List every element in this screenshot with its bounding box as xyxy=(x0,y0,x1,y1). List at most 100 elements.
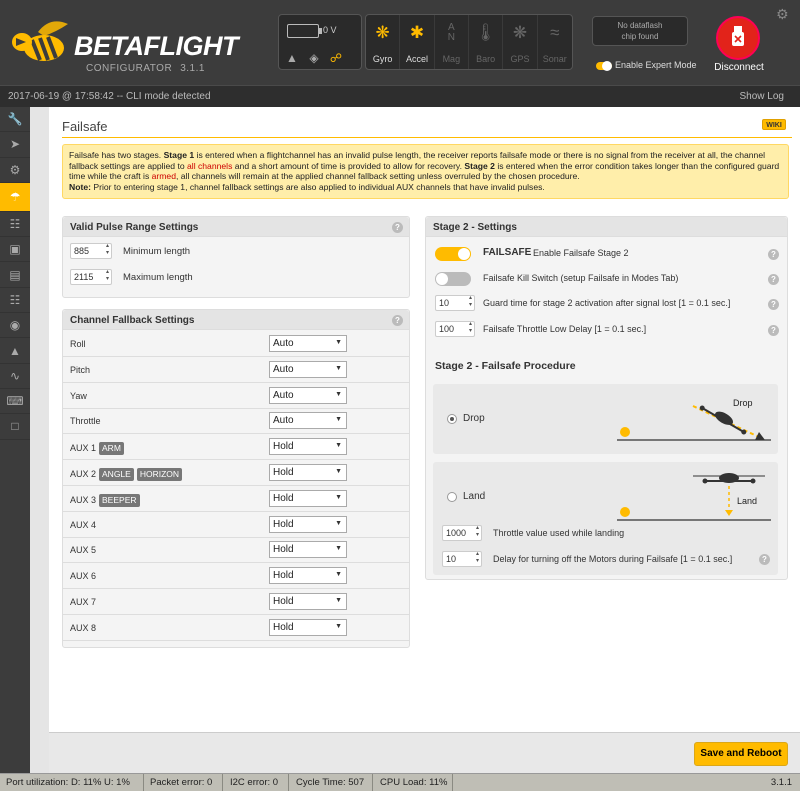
land-throttle-label: Throttle value used while landing xyxy=(493,528,625,538)
max-length-input[interactable]: 2115 xyxy=(70,269,112,285)
help-icon[interactable]: ? xyxy=(759,554,770,565)
sensor-label: Gyro xyxy=(372,54,393,64)
fallback-mode-select[interactable]: Hold xyxy=(269,593,347,610)
kill-switch-label: Failsafe Kill Switch (setup Failsafe in … xyxy=(483,273,679,283)
bee-icon xyxy=(12,21,68,61)
min-length-input[interactable]: 885 xyxy=(70,243,112,259)
app-version: 3.1.1 xyxy=(180,63,205,74)
fallback-channel-name: Throttle xyxy=(70,416,101,427)
land-diagram: Land xyxy=(617,473,771,521)
help-icon[interactable]: ? xyxy=(768,325,779,336)
help-icon[interactable]: ? xyxy=(392,222,403,233)
note-text: , all channels will remain at the applie… xyxy=(175,171,580,182)
fallback-mode-select[interactable]: Auto xyxy=(269,335,347,352)
guard-time-input[interactable]: 10 xyxy=(435,295,475,311)
sidebar-item-motors[interactable]: ◉ xyxy=(0,313,30,339)
fallback-mode-select[interactable]: Hold xyxy=(269,541,347,559)
drop-label: Drop xyxy=(463,413,485,424)
fallback-mode-select[interactable]: Auto xyxy=(269,360,347,378)
fallback-channel-label: AUX 1 ARM xyxy=(70,442,124,456)
pulse-range-title: Valid Pulse Range Settings? xyxy=(63,217,409,237)
usb-icon xyxy=(732,26,744,46)
fallback-channel-name: AUX 8 xyxy=(70,622,97,633)
show-log-link[interactable]: Show Log xyxy=(740,91,784,102)
gps-icon: ❋ xyxy=(512,23,528,42)
fallback-row: AUX 5 Hold xyxy=(63,537,409,564)
plug-icon: ➤ xyxy=(9,137,21,152)
sidebar-item-ports[interactable]: ➤ xyxy=(0,132,30,158)
failsafe-stage2-switch[interactable] xyxy=(435,247,471,261)
fallback-mode-select[interactable]: Hold xyxy=(269,567,347,585)
disconnect-button[interactable] xyxy=(716,16,760,60)
log-bar: 2017-06-19 @ 17:58:42 -- CLI mode detect… xyxy=(0,85,800,107)
accel-icon: ✱ xyxy=(409,23,425,42)
sidebar-item-adjustments[interactable]: ☷ xyxy=(0,288,30,314)
note-text: Prior to entering stage 1, channel fallb… xyxy=(90,182,545,193)
land-procedure-box[interactable]: Land Land 1000 Throttle value used while… xyxy=(433,462,778,575)
disconnect-label[interactable]: Disconnect xyxy=(702,62,776,73)
fallback-mode-select[interactable]: Hold xyxy=(269,464,347,481)
sidebar-item-configuration[interactable]: ⚙ xyxy=(0,158,30,183)
fallback-row: AUX 3 BEEPER Hold xyxy=(63,486,409,512)
fallback-channel-label: Throttle xyxy=(70,416,101,426)
note-stage2: Stage 2 xyxy=(464,160,495,171)
fallback-channel-label: AUX 6 xyxy=(70,571,96,581)
fallback-mode-select[interactable]: Hold xyxy=(269,618,347,636)
fallback-mode-select[interactable]: Hold xyxy=(269,489,347,507)
failsafe-note: Failsafe has two stages. Stage 1 is ente… xyxy=(62,144,789,199)
settings-gear-icon[interactable]: ⚙ xyxy=(776,6,789,23)
land-throttle-input[interactable]: 1000 xyxy=(442,525,482,541)
sensor-sonar: ≈ Sonar xyxy=(538,15,572,69)
note-label: Note: xyxy=(69,182,91,193)
help-icon[interactable]: ? xyxy=(768,299,779,310)
throttle-low-delay-input[interactable]: 100 xyxy=(435,321,475,337)
fallback-mode-select[interactable]: Hold xyxy=(269,438,347,456)
fallback-mode-select[interactable]: Hold xyxy=(269,515,347,533)
expert-mode-toggle[interactable]: Enable Expert Mode xyxy=(596,60,697,71)
land-radio[interactable] xyxy=(447,492,457,502)
drop-radio[interactable] xyxy=(447,414,457,424)
fallback-mode-select[interactable]: Auto xyxy=(269,386,347,404)
fallback-row: Yaw Auto xyxy=(63,383,409,409)
sidebar-item-cli[interactable]: □ xyxy=(0,414,30,440)
dataflash-line2: chip found xyxy=(621,32,659,41)
fallback-row: AUX 8 Hold xyxy=(63,615,409,641)
land-quad-motor-left xyxy=(702,478,708,484)
sidebar-item-tethered[interactable]: ⌨ xyxy=(0,389,30,415)
fallback-channel-label: Pitch xyxy=(70,365,90,375)
land-delay-input[interactable]: 10 xyxy=(442,551,482,567)
logo-subtitle-text: CONFIGURATOR xyxy=(86,63,173,74)
fallback-row: Pitch Auto xyxy=(63,357,409,383)
help-icon[interactable]: ? xyxy=(392,315,403,326)
title-underline xyxy=(62,137,792,138)
footer-separator xyxy=(143,774,144,791)
sensor-gps: ❋ GPS xyxy=(503,15,538,69)
sidebar-item-pid[interactable]: ☷ xyxy=(0,212,30,238)
fallback-channel-name: AUX 5 xyxy=(70,545,97,556)
sidebar-item-modes[interactable]: ▤ xyxy=(0,262,30,288)
land-quad-motor-right xyxy=(750,478,756,484)
sidebar-item-receiver[interactable]: ▣ xyxy=(0,237,30,263)
save-and-reboot-button[interactable]: Save and Reboot xyxy=(694,742,788,766)
battery-voltage: 0 V xyxy=(323,25,337,35)
stage2-title-text: Stage 2 - Settings xyxy=(433,222,517,233)
warning-icon: ▲ xyxy=(286,51,298,65)
mode-badge: ARM xyxy=(99,442,124,456)
wiki-button[interactable]: WIKI xyxy=(762,119,786,130)
cpu-load: CPU Load: 11% xyxy=(380,777,448,788)
kill-switch-toggle[interactable] xyxy=(435,272,471,286)
help-icon[interactable]: ? xyxy=(768,274,779,285)
fallback-mode-select[interactable]: Auto xyxy=(269,412,347,430)
sidebar-item-failsafe[interactable]: ☂ xyxy=(0,182,30,212)
logo-subtitle: CONFIGURATOR 3.1.1 xyxy=(86,63,205,74)
drop-procedure-box[interactable]: Drop Drop xyxy=(433,384,778,454)
sidebar-item-led[interactable]: ▲ xyxy=(0,338,30,364)
fallback-channel-name: AUX 3 xyxy=(70,494,97,505)
expert-mode-switch[interactable] xyxy=(596,60,612,71)
drop-diagram: Drop xyxy=(617,398,771,441)
sidebar-item-sensors[interactable]: ∿ xyxy=(0,364,30,389)
land-start-marker xyxy=(620,507,630,517)
sidebar-item-setup[interactable]: 🔧 xyxy=(0,107,30,133)
help-icon[interactable]: ? xyxy=(768,249,779,260)
battery-panel: 0 V ▲ ◈ ☍ xyxy=(278,14,362,70)
